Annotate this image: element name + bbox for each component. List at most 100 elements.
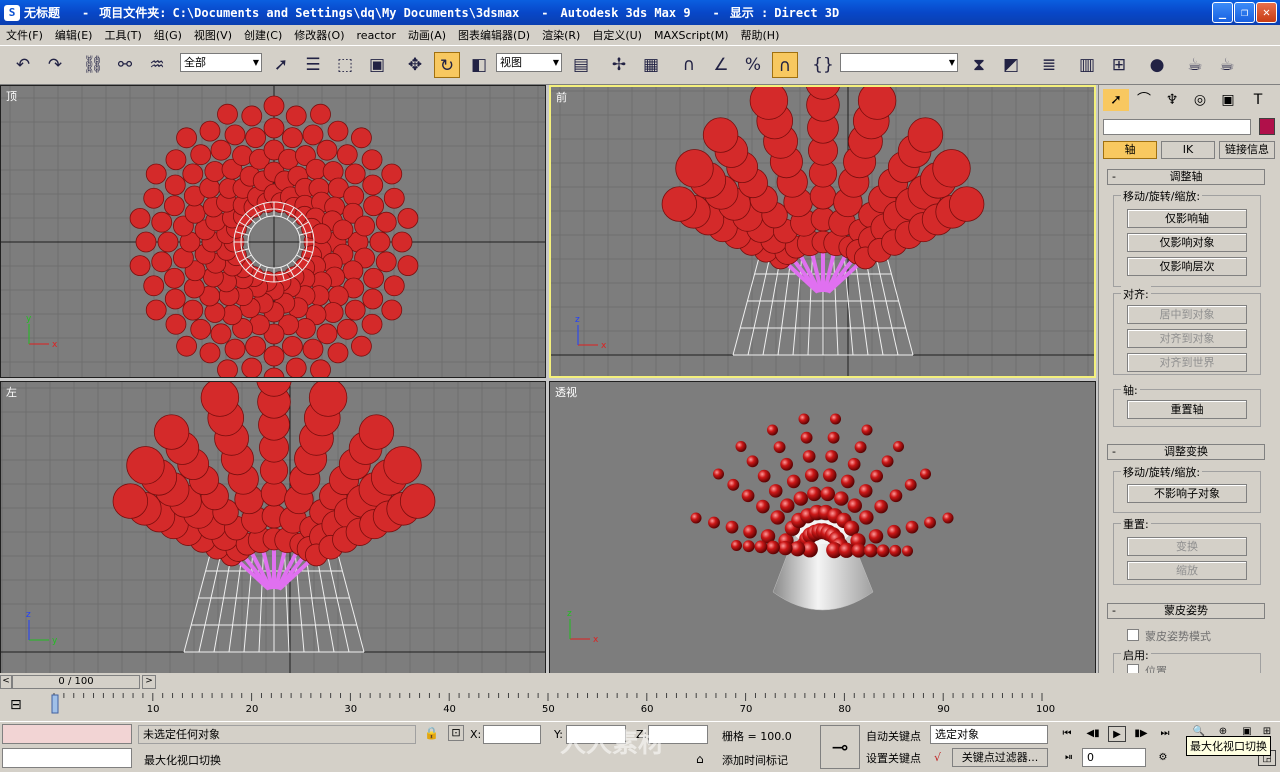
object-color-swatch[interactable] (1259, 118, 1275, 135)
app-icon[interactable]: S (4, 4, 20, 21)
menu-file[interactable]: 文件(F) (0, 27, 49, 43)
snap-3d-icon[interactable]: ∩ (676, 52, 702, 78)
select-link-icon[interactable]: ⛓ (80, 52, 106, 78)
menu-group[interactable]: 组(G) (148, 27, 188, 43)
viewport-label[interactable]: 顶 (6, 88, 17, 104)
menu-modifiers[interactable]: 修改器(O) (288, 27, 350, 43)
quick-render-icon[interactable]: ☕ (1214, 52, 1240, 78)
maxscript-listener-white[interactable] (2, 748, 132, 768)
key-mode-icon[interactable]: √ (934, 751, 941, 764)
track-bar-ruler[interactable]: 10 20 30 40 50 60 70 80 90 100 (40, 693, 1130, 719)
menu-edit[interactable]: 编辑(E) (49, 27, 99, 43)
reset-scale-button[interactable]: 缩放 (1127, 561, 1247, 580)
rollout-skin-pose[interactable]: - 蒙皮姿势 (1107, 603, 1265, 619)
menu-rendering[interactable]: 渲染(R) (536, 27, 586, 43)
set-key-icon[interactable]: ⊸ (820, 725, 860, 769)
next-frame-icon[interactable]: > (142, 675, 156, 689)
next-frame-button-icon[interactable]: ▮▶ (1132, 726, 1150, 742)
affect-object-only-button[interactable]: 仅影响对象 (1127, 233, 1247, 252)
link-info-tab[interactable]: 链接信息 (1219, 141, 1275, 159)
menu-create[interactable]: 创建(C) (238, 27, 288, 43)
go-to-start-icon[interactable]: ⏮ (1058, 726, 1076, 742)
selection-filter-dropdown[interactable]: 全部 (180, 53, 262, 72)
rectangle-region-icon[interactable]: ⬚ (332, 52, 358, 78)
time-tag-icon[interactable]: ⌂ (696, 752, 704, 766)
maxscript-listener-pink[interactable] (2, 724, 132, 744)
track-bar-icon[interactable]: ⊟ (10, 697, 22, 713)
select-object-icon[interactable]: ➚ (268, 52, 294, 78)
reset-transform-button[interactable]: 变换 (1127, 537, 1247, 556)
close-button[interactable]: ✕ (1256, 2, 1277, 23)
key-mode-toggle-icon[interactable]: ⏯ (1060, 750, 1078, 766)
viewport-front[interactable]: xz 前 (549, 85, 1096, 378)
center-to-object-button[interactable]: 居中到对象 (1127, 305, 1247, 324)
minimize-button[interactable]: _ (1212, 2, 1233, 23)
undo-icon[interactable]: ↶ (10, 52, 36, 78)
lock-icon[interactable]: 🔒 (424, 726, 439, 740)
align-icon[interactable]: ◩ (998, 52, 1024, 78)
ref-coord-dropdown[interactable]: 视图 (496, 53, 562, 72)
dont-affect-children-button[interactable]: 不影响子对象 (1127, 484, 1247, 503)
previous-frame-icon[interactable]: ◀▮ (1084, 726, 1102, 742)
x-coordinate-field[interactable] (483, 725, 541, 744)
create-tab-icon[interactable]: ➚ (1103, 89, 1129, 111)
current-frame-field[interactable]: 0 (1082, 748, 1146, 767)
percent-snap-icon[interactable]: % (740, 52, 766, 78)
skin-pose-mode-checkbox[interactable]: 蒙皮姿势模式 (1127, 628, 1211, 644)
unlink-icon[interactable]: ⚯ (112, 52, 138, 78)
redo-icon[interactable]: ↷ (42, 52, 68, 78)
menu-help[interactable]: 帮助(H) (735, 27, 786, 43)
align-to-object-button[interactable]: 对齐到对象 (1127, 329, 1247, 348)
menu-graph-editors[interactable]: 图表编辑器(D) (452, 27, 536, 43)
object-name-field[interactable] (1103, 119, 1251, 135)
menu-views[interactable]: 视图(V) (188, 27, 238, 43)
rollout-adjust-pivot[interactable]: - 调整轴 (1107, 169, 1265, 185)
material-editor-icon[interactable]: ● (1144, 52, 1170, 78)
affect-pivot-only-button[interactable]: 仅影响轴 (1127, 209, 1247, 228)
rollout-adjust-transform[interactable]: - 调整变换 (1107, 444, 1265, 460)
align-to-world-button[interactable]: 对齐到世界 (1127, 353, 1247, 372)
rotate-icon[interactable]: ↻ (434, 52, 460, 78)
manipulate-icon[interactable]: ✢ (606, 52, 632, 78)
menu-customize[interactable]: 自定义(U) (586, 27, 648, 43)
motion-tab-icon[interactable]: ◎ (1187, 89, 1213, 111)
viewport-label[interactable]: 透视 (555, 384, 577, 400)
viewport-left[interactable]: yz 左 (0, 381, 546, 674)
angle-snap-icon[interactable]: ∠ (708, 52, 734, 78)
menu-maxscript[interactable]: MAXScript(M) (648, 29, 735, 42)
layer-manager-icon[interactable]: ≣ (1036, 52, 1062, 78)
pivot-center-icon[interactable]: ▤ (568, 52, 594, 78)
select-by-name-icon[interactable]: ☰ (300, 52, 326, 78)
viewport-label[interactable]: 前 (556, 89, 567, 105)
schematic-view-icon[interactable]: ⊞ (1106, 52, 1132, 78)
key-filters-button[interactable]: 关键点过滤器... (952, 748, 1048, 767)
viewport-perspective[interactable]: xz 透视 (549, 381, 1096, 674)
add-time-tag[interactable]: 添加时间标记 (722, 752, 788, 768)
keyboard-shortcut-icon[interactable]: ▦ (638, 52, 664, 78)
scale-icon[interactable]: ◧ (466, 52, 492, 78)
play-icon[interactable]: ▶ (1108, 726, 1126, 742)
reset-pivot-button[interactable]: 重置轴 (1127, 400, 1247, 419)
edit-named-selection-icon[interactable]: {} (810, 52, 836, 78)
render-scene-icon[interactable]: ☕ (1182, 52, 1208, 78)
go-to-end-icon[interactable]: ⏭ (1156, 726, 1174, 742)
key-target-dropdown[interactable]: 选定对象 (930, 725, 1048, 744)
menu-tools[interactable]: 工具(T) (98, 27, 147, 43)
prev-frame-icon[interactable]: < (0, 675, 12, 689)
affect-hierarchy-only-button[interactable]: 仅影响层次 (1127, 257, 1247, 276)
named-selection-dropdown[interactable] (840, 53, 958, 72)
display-tab-icon[interactable]: ▣ (1215, 89, 1241, 111)
absolute-mode-icon[interactable]: ⊡ (448, 725, 464, 741)
spinner-snap-icon[interactable]: ∩ (772, 52, 798, 78)
utilities-tab-icon[interactable]: T (1245, 89, 1271, 111)
mirror-icon[interactable]: ⧗ (966, 52, 992, 78)
restore-button[interactable]: ❐ (1234, 2, 1255, 23)
time-slider[interactable]: 0 / 100 (12, 675, 140, 689)
set-key-button[interactable]: 设置关键点 (866, 750, 921, 766)
modify-tab-icon[interactable]: ⌒ (1131, 89, 1157, 111)
window-crossing-icon[interactable]: ▣ (364, 52, 390, 78)
menu-animation[interactable]: 动画(A) (402, 27, 452, 43)
hierarchy-tab-icon[interactable]: ♆ (1159, 89, 1185, 111)
curve-editor-icon[interactable]: ▥ (1074, 52, 1100, 78)
move-icon[interactable]: ✥ (402, 52, 428, 78)
